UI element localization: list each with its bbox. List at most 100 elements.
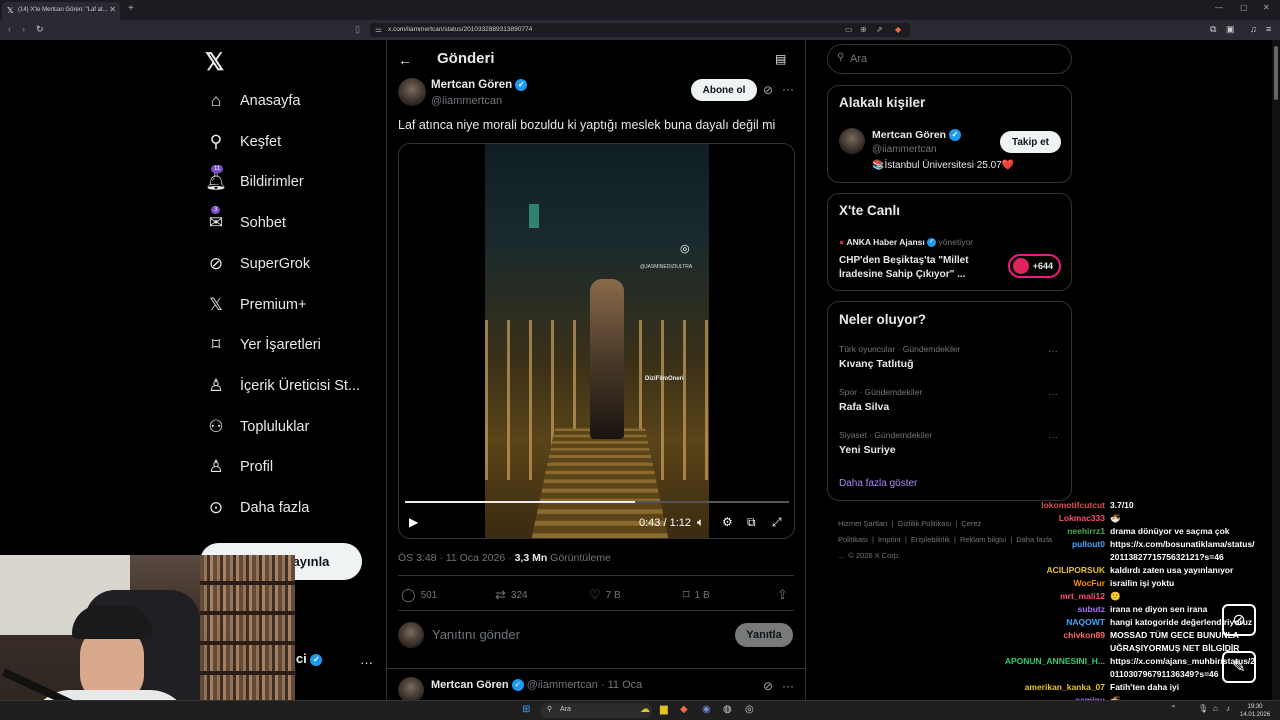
- trend-name[interactable]: Kıvanç Tatlıtuğ: [839, 358, 913, 370]
- nav-item-6[interactable]: ⌑ Yer İşaretleri: [205, 330, 321, 360]
- window-close-icon[interactable]: ✕: [1263, 3, 1270, 12]
- live-host[interactable]: ● ANKA Haber Ajansı ✓ yönetiyor: [839, 237, 973, 248]
- footer-link[interactable]: Reklam bilgisi: [960, 535, 1006, 544]
- zoom-icon[interactable]: ⊕: [860, 25, 867, 34]
- overlay-grok-icon[interactable]: ⊘: [1222, 604, 1256, 636]
- chat-username[interactable]: Lokmac333: [1059, 513, 1105, 523]
- reply-input[interactable]: Yanıtını gönder: [432, 627, 520, 642]
- trend-more-icon[interactable]: ···: [1048, 432, 1058, 443]
- chat-username[interactable]: pullout0: [1072, 539, 1105, 549]
- menu-icon[interactable]: ≡: [1266, 24, 1271, 34]
- clock[interactable]: 19:30 14.01.2026: [1240, 703, 1270, 719]
- taskbar-search[interactable]: ⚲ Ara: [540, 703, 652, 718]
- post-time[interactable]: ÖS 3:48 · 11 Oca 2026: [398, 552, 505, 564]
- file-explorer-icon[interactable]: ▆: [660, 704, 668, 715]
- play-icon[interactable]: ▶: [409, 515, 418, 529]
- obs-icon[interactable]: ◎: [745, 704, 754, 715]
- x-logo-icon[interactable]: 𝕏: [205, 48, 224, 77]
- tray-chevron-icon[interactable]: ⌃: [1170, 704, 1177, 713]
- overlay-compose-icon[interactable]: ✎: [1222, 651, 1256, 683]
- chat-username[interactable]: subutz: [1078, 604, 1105, 614]
- trend-more-icon[interactable]: ···: [1048, 389, 1058, 400]
- settings-icon[interactable]: ⚙: [722, 515, 733, 529]
- new-tab-icon[interactable]: +: [128, 3, 134, 14]
- screen-icon[interactable]: ▭: [845, 25, 853, 34]
- pip-icon[interactable]: ⧉: [747, 515, 756, 530]
- footer-link[interactable]: Erişilebilirlik: [911, 535, 950, 544]
- minimize-icon[interactable]: —: [1215, 3, 1223, 12]
- address-field[interactable]: ⚌ x.com/iiammertcan/status/2010332889313…: [370, 23, 910, 37]
- network-icon[interactable]: ⌂: [1213, 704, 1218, 713]
- footer-link[interactable]: © 2026 X Corp.: [848, 551, 900, 560]
- brave-icon[interactable]: ◆: [680, 704, 688, 715]
- chat-username[interactable]: APONUN_ANNESINI_H...: [1005, 656, 1105, 666]
- nav-item-9[interactable]: ♙ Profil: [205, 452, 273, 482]
- site-info-icon[interactable]: ⚌: [375, 25, 382, 34]
- footer-link[interactable]: Hizmet Şartları: [838, 519, 888, 528]
- reply-button[interactable]: Yanıtla: [735, 623, 793, 647]
- reader-icon[interactable]: ▤: [775, 52, 786, 66]
- trend-name[interactable]: Yeni Suriye: [839, 444, 896, 456]
- discord-icon[interactable]: ◉: [702, 704, 711, 715]
- reload-icon[interactable]: ↻: [36, 24, 44, 35]
- grok-icon[interactable]: ⊘: [763, 83, 773, 97]
- nav-item-1[interactable]: ⚲ Keşfet: [205, 127, 281, 157]
- back-arrow-icon[interactable]: ←: [398, 52, 412, 68]
- nav-item-4[interactable]: ⊘ SuperGrok: [205, 249, 310, 279]
- nav-item-10[interactable]: ⊙ Daha fazla: [205, 493, 309, 523]
- chat-username[interactable]: ACILIPORSUK: [1046, 565, 1105, 575]
- extensions-icon[interactable]: ⧉: [1210, 24, 1216, 35]
- nav-item-8[interactable]: ⚇ Topluluklar: [205, 412, 309, 442]
- footer-link[interactable]: Imprint: [878, 535, 901, 544]
- forward-icon[interactable]: ›: [22, 24, 25, 34]
- follow-button[interactable]: Takip et: [1000, 131, 1061, 153]
- close-tab-icon[interactable]: ✕: [109, 5, 116, 14]
- trend-more-icon[interactable]: ···: [1048, 346, 1058, 357]
- chat-username[interactable]: mrt_mali12: [1060, 591, 1105, 601]
- chat-username[interactable]: neehirrz1: [1067, 526, 1105, 536]
- reply-action[interactable]: ◯ 501: [401, 587, 437, 603]
- live-listeners[interactable]: +644: [1008, 254, 1061, 278]
- fullscreen-icon[interactable]: ⤢: [772, 515, 782, 530]
- media-icon[interactable]: ♫: [1250, 24, 1257, 34]
- nav-item-7[interactable]: ♙ İçerik Üreticisi St...: [205, 371, 360, 401]
- live-line1[interactable]: CHP'den Beşiktaş'ta "Millet: [839, 255, 969, 266]
- chat-username[interactable]: NAQOWT: [1066, 617, 1105, 627]
- shield-icon[interactable]: ◆: [895, 25, 901, 34]
- maximize-icon[interactable]: ▢: [1240, 3, 1248, 12]
- author-name[interactable]: Mertcan Gören ✓: [431, 79, 528, 91]
- share-action[interactable]: ⇪: [777, 587, 793, 603]
- chat-username[interactable]: amerikan_kanka_07: [1025, 682, 1105, 692]
- speaker-icon[interactable]: ♪: [1226, 704, 1230, 713]
- person-avatar[interactable]: [839, 128, 865, 154]
- more-icon[interactable]: ···: [782, 82, 794, 96]
- nav-item-2[interactable]: 🔔︎ 11 Bildirimler: [205, 165, 304, 197]
- weather-icon[interactable]: ☁: [640, 704, 650, 715]
- chat-username[interactable]: lokomotifcutcut: [1041, 500, 1105, 510]
- reply-author[interactable]: Mertcan Gören ✓ @iiammertcan · 11 Oca: [431, 679, 642, 692]
- bookmark-action[interactable]: ⌑ 1 B: [683, 587, 710, 603]
- chat-username[interactable]: chivkon89: [1063, 630, 1105, 640]
- wallet-icon[interactable]: ▣: [1226, 24, 1235, 35]
- nav-item-0[interactable]: ⌂ Anasayfa: [205, 86, 301, 116]
- bookmark-page-icon[interactable]: ▯: [355, 24, 360, 35]
- subscribe-button[interactable]: Abone ol: [691, 79, 757, 101]
- windows-start-icon[interactable]: ⊞: [522, 704, 530, 715]
- author-avatar[interactable]: [398, 78, 426, 106]
- nav-item-5[interactable]: 𝕏 Premium+: [205, 290, 306, 320]
- show-more-link[interactable]: Daha fazla göster: [839, 478, 917, 489]
- search-input[interactable]: ⚲ Ara: [827, 44, 1072, 74]
- video-player[interactable]: ◎ @JASMINEDIZIULTRA DiziFilmOneri ▶ 0:43…: [398, 143, 795, 539]
- grok-icon[interactable]: ⊘: [763, 679, 773, 693]
- scroll-thumb[interactable]: [1274, 46, 1278, 100]
- repost-action[interactable]: ⇄ 324: [495, 587, 528, 603]
- footer-link[interactable]: Gizlilik Politikası: [898, 519, 952, 528]
- more-icon[interactable]: ···: [782, 679, 794, 693]
- steam-icon[interactable]: ◍: [723, 704, 732, 715]
- chat-username[interactable]: WocFur: [1074, 578, 1105, 588]
- share-icon[interactable]: ⇗: [876, 25, 883, 34]
- author-handle[interactable]: @iiammertcan: [431, 95, 502, 107]
- like-action[interactable]: ♡ 7 B: [589, 587, 621, 603]
- account-more-icon[interactable]: ···: [360, 655, 373, 670]
- volume-icon[interactable]: 🔈︎: [697, 515, 704, 530]
